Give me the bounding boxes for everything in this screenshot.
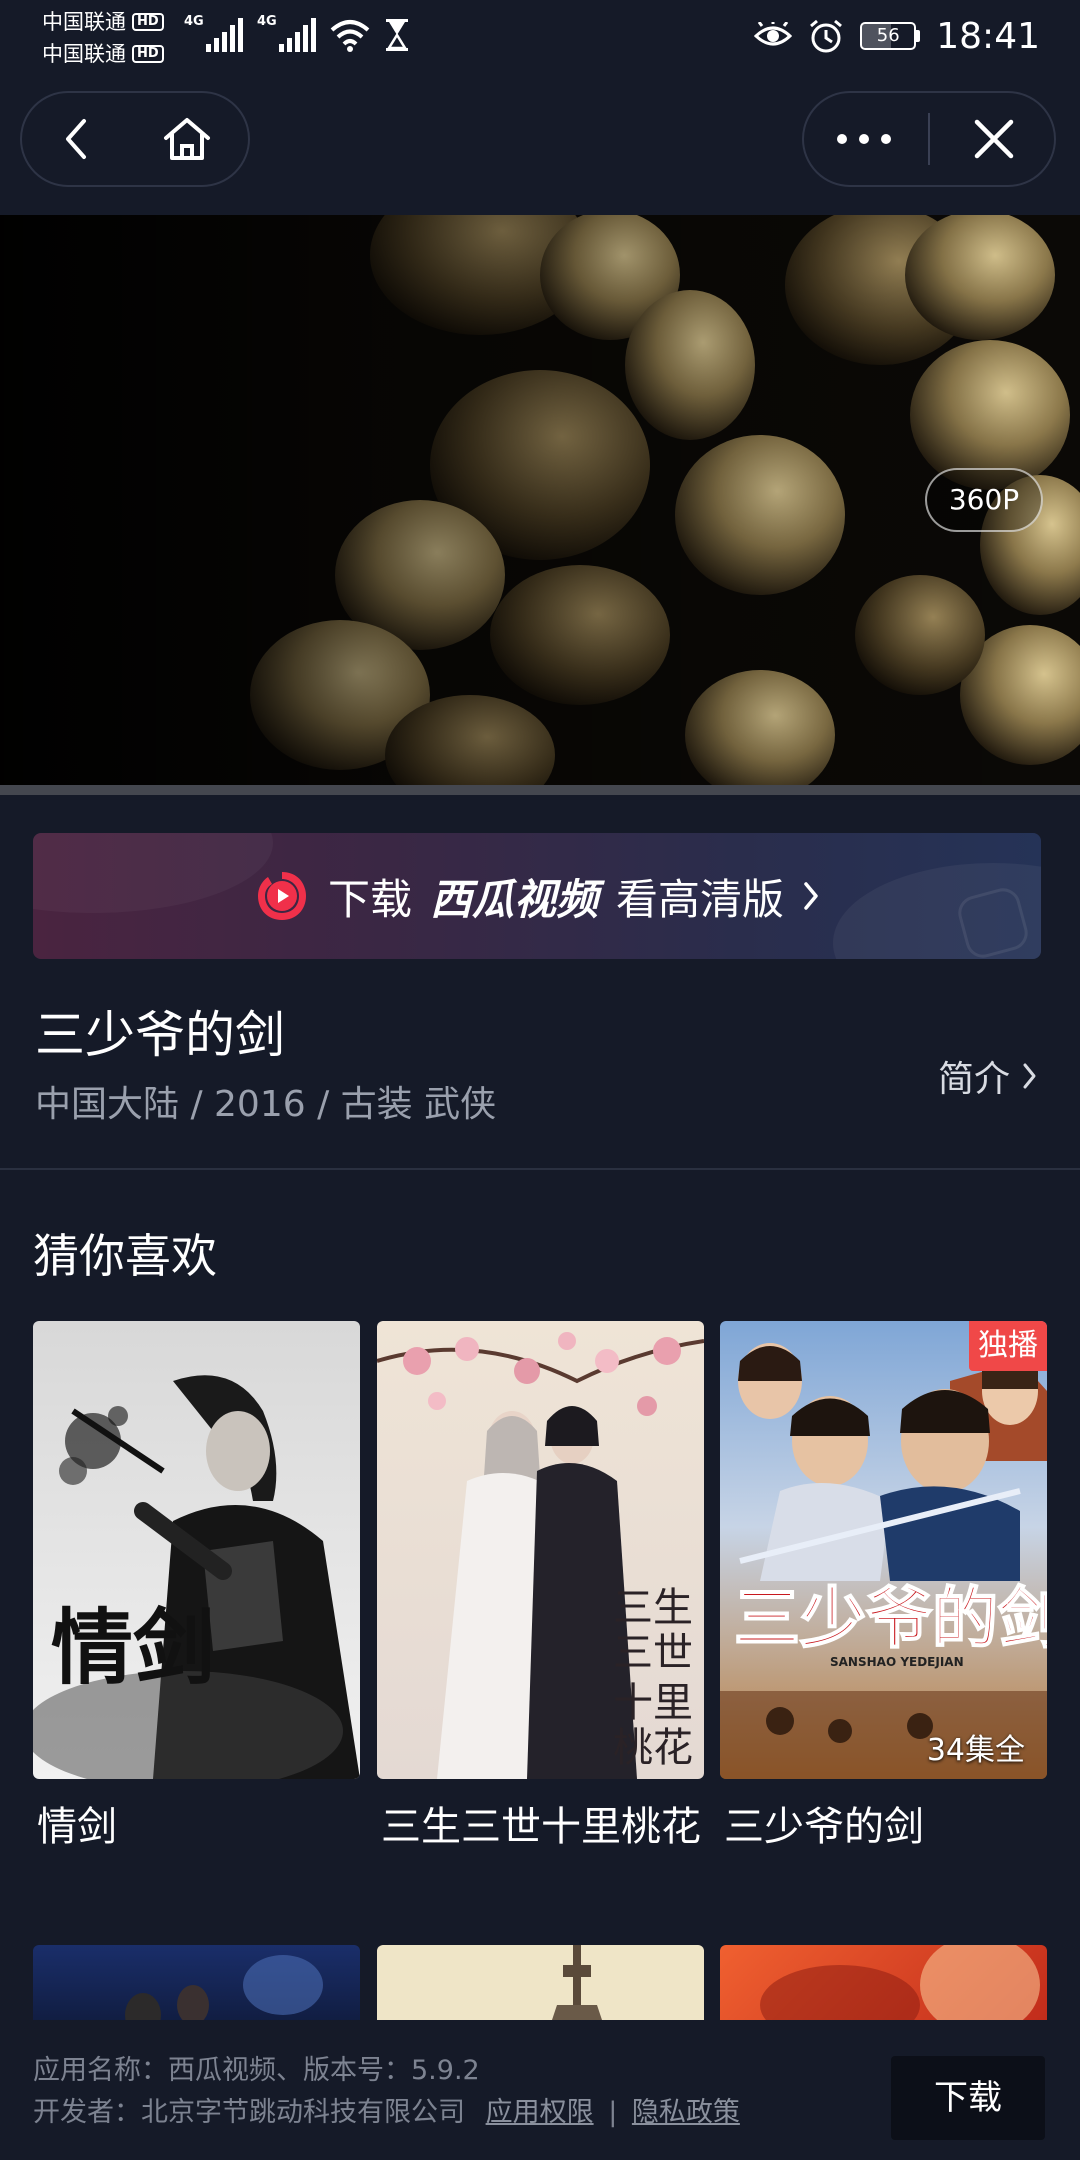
poster-title-text: 三生 [613, 1585, 693, 1631]
wifi-icon [330, 20, 370, 52]
poster-image: 情剑 [33, 1321, 360, 1779]
intro-button[interactable]: 简介 [938, 1050, 1038, 1102]
episode-count: 34集全 [926, 1733, 1025, 1768]
xigua-logo-icon [257, 872, 306, 920]
poster-title-text: 三少爷的剑 [734, 1579, 1047, 1657]
banner-prefix: 下载 [327, 874, 412, 924]
signal-icons: 4G 4G [184, 14, 410, 52]
home-button[interactable] [132, 94, 242, 184]
card-title: 三少爷的剑 [724, 1804, 924, 1850]
footer-info: 应用名称：西瓜视频、版本号：5.9.2 开发者：北京字节跳动科技有限公司 应用权… [33, 2050, 740, 2134]
show-meta: 中国大陆 / 2016 / 古装 武侠 [35, 1084, 497, 1125]
video-player[interactable]: 360P [0, 215, 1080, 785]
card-title: 情剑 [37, 1804, 117, 1850]
battery-level: 56 [876, 25, 900, 46]
status-bar: 中国联通 HD 中国联通 HD 4G 4G 56 18:41 [0, 0, 1080, 76]
hourglass-icon [386, 19, 408, 51]
video-progress-bar[interactable] [0, 785, 1080, 795]
signal-icon: 4G [257, 14, 316, 52]
signal-icon: 4G [184, 14, 243, 52]
capsule-divider [927, 113, 930, 165]
back-button[interactable] [22, 94, 132, 184]
hd-badge: HD [132, 13, 164, 31]
battery-icon: 56 [860, 22, 921, 50]
banner-brand: 西瓜视频 [429, 874, 598, 924]
footer-separator: | [608, 2097, 618, 2128]
download-hd-banner[interactable]: 下载 西瓜视频 看高清版 [33, 833, 1041, 959]
hd-badge: HD [132, 45, 164, 63]
status-right: 56 18:41 [754, 10, 1040, 62]
recommend-card[interactable]: 三生 三世 十里 桃花 三生三世十里桃花 [377, 1321, 704, 1855]
chevron-right-icon [804, 882, 818, 910]
poster-title-text: 情剑 [51, 1600, 215, 1696]
recommend-card[interactable]: 三少爷的剑 SANSHAO YEDEJIAN 独播 34集全 三少爷的剑 [720, 1321, 1047, 1855]
close-icon [975, 119, 1014, 159]
clock: 18:41 [936, 15, 1040, 57]
intro-label: 简介 [937, 1059, 1010, 1100]
carrier-name: 中国联通 [42, 42, 126, 66]
page: 中国联通 HD 中国联通 HD 4G 4G 56 18:41 360P 下载 西… [0, 0, 1080, 2160]
show-title: 三少爷的剑 [35, 1006, 285, 1064]
privacy-link[interactable]: 隐私政策 [632, 2097, 740, 2128]
section-divider [0, 1168, 1080, 1170]
recommend-card[interactable]: 情剑 情剑 [33, 1321, 360, 1855]
poster: 三生 三世 十里 桃花 [377, 1321, 704, 1779]
more-button[interactable] [809, 94, 919, 184]
poster-image: 三少爷的剑 SANSHAO YEDEJIAN [720, 1321, 1047, 1779]
video-frame [0, 215, 1080, 785]
carrier-info: 中国联通 HD 中国联通 HD [42, 6, 164, 70]
svg-text:桃花: 桃花 [613, 1725, 693, 1771]
poster-subtitle-text: SANSHAO YEDEJIAN [830, 1655, 964, 1669]
download-button[interactable]: 下载 [891, 2056, 1045, 2140]
exclusive-badge: 独播 [969, 1321, 1047, 1371]
network-type: 4G [257, 14, 277, 29]
developer-info: 开发者：北京字节跳动科技有限公司 [33, 2097, 465, 2128]
section-title: 猜你喜欢 [33, 1229, 217, 1283]
quality-button[interactable]: 360P [925, 468, 1043, 532]
svg-text:三世: 三世 [613, 1630, 693, 1676]
app-info: 应用名称：西瓜视频、版本号：5.9.2 [33, 2055, 480, 2086]
network-type: 4G [184, 14, 204, 29]
permissions-link[interactable]: 应用权限 [486, 2097, 594, 2128]
close-button[interactable] [939, 94, 1049, 184]
alarm-icon [810, 19, 843, 53]
poster: 三少爷的剑 SANSHAO YEDEJIAN 独播 34集全 [720, 1321, 1047, 1779]
more-dots-icon [836, 134, 891, 144]
nav-capsule-right [802, 91, 1056, 187]
eye-icon [754, 22, 793, 46]
home-icon [164, 118, 210, 160]
chevron-left-icon [66, 119, 86, 159]
footer: 应用名称：西瓜视频、版本号：5.9.2 开发者：北京字节跳动科技有限公司 应用权… [0, 2020, 1080, 2160]
nav-capsule-left [20, 91, 250, 187]
card-title: 三生三世十里桃花 [381, 1804, 701, 1850]
poster: 情剑 [33, 1321, 360, 1779]
svg-text:十里: 十里 [613, 1680, 693, 1726]
carrier-name: 中国联通 [42, 10, 126, 34]
poster-image: 三生 三世 十里 桃花 [377, 1321, 704, 1779]
banner-suffix: 看高清版 [616, 874, 785, 924]
chevron-right-icon [1023, 1063, 1036, 1089]
